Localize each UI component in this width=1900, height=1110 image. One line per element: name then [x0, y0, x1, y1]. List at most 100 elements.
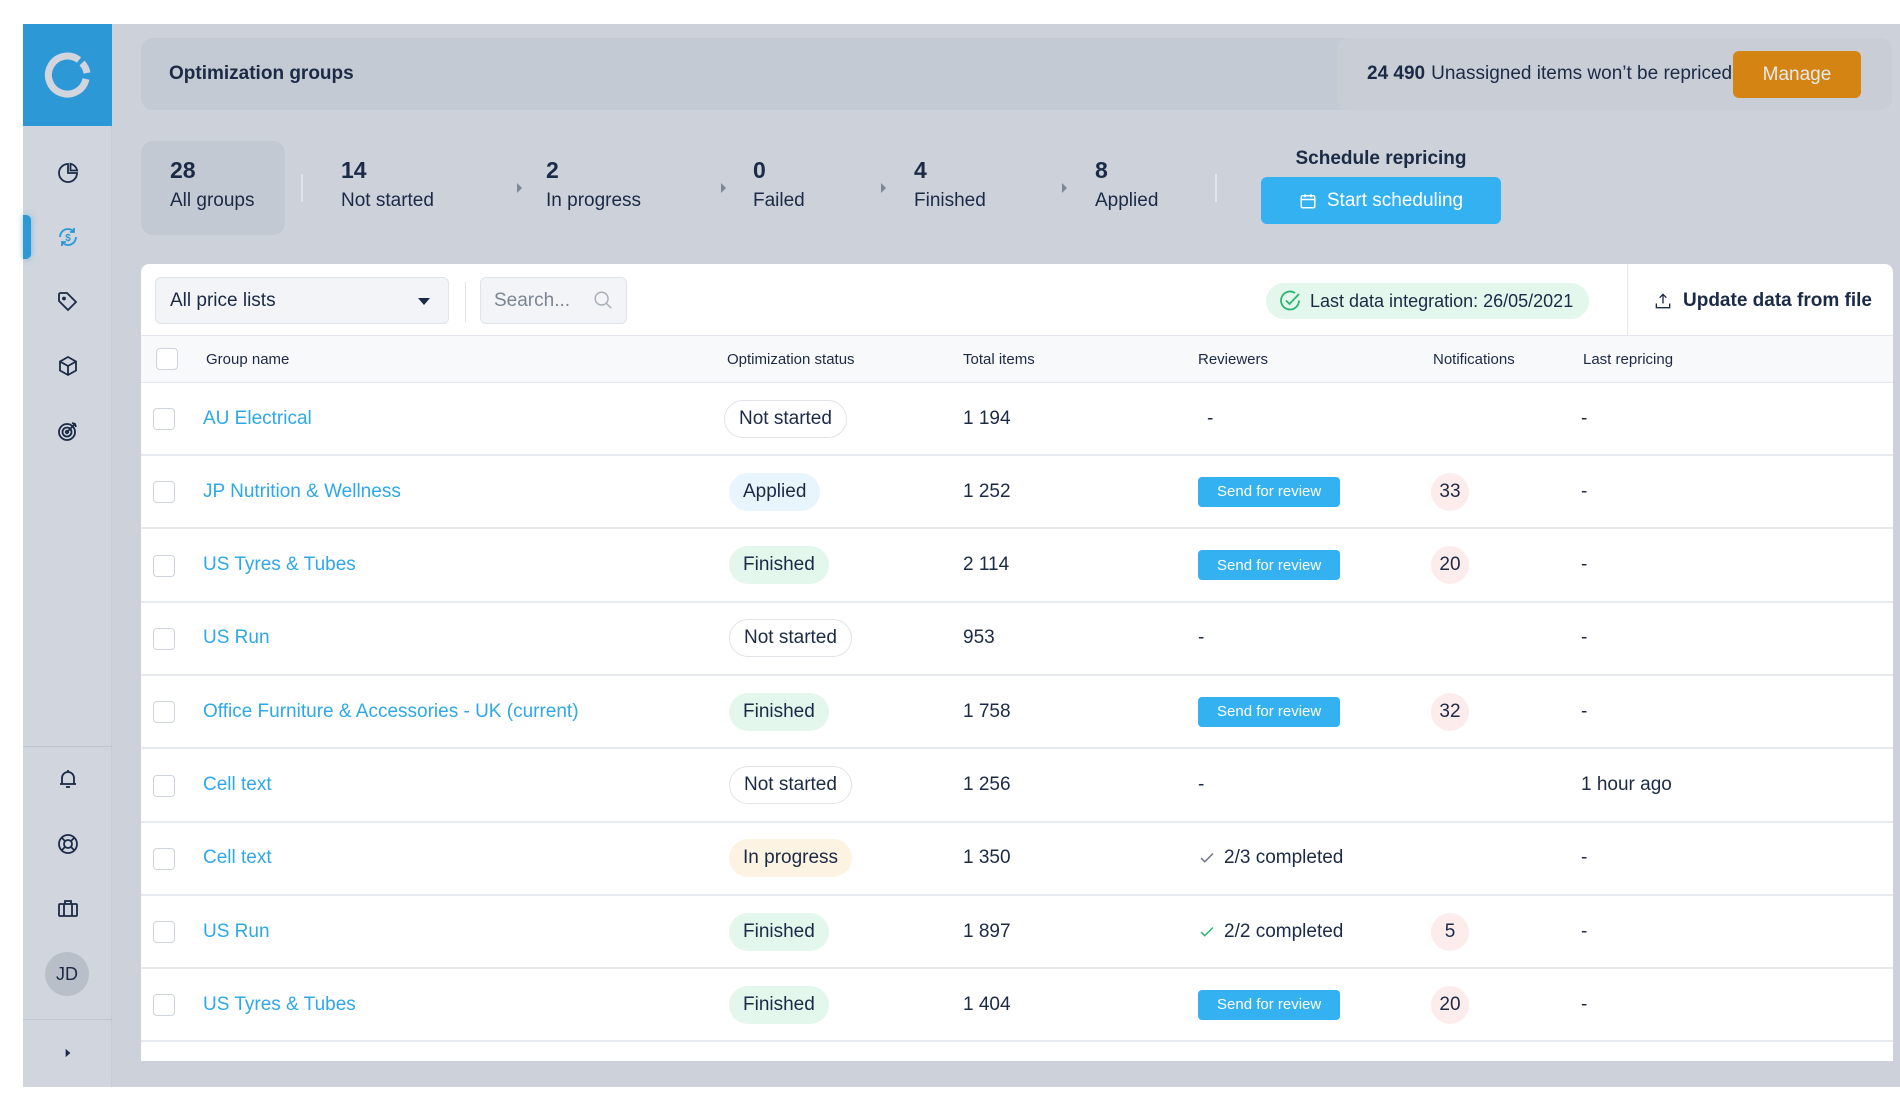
- stat-arrow-icon: [1062, 183, 1067, 193]
- group-name-link[interactable]: US Run: [203, 627, 270, 649]
- integration-status-badge: Last data integration: 26/05/2021: [1266, 283, 1590, 319]
- notification-count-badge[interactable]: 20: [1431, 546, 1469, 585]
- row-checkbox[interactable]: [153, 701, 175, 724]
- status-stats: 28 All groups 14 Not started 2 In progre…: [141, 141, 1501, 235]
- total-items: 1 404: [963, 993, 1011, 1015]
- notification-count-badge[interactable]: 5: [1431, 912, 1469, 951]
- notification-count-badge[interactable]: 20: [1431, 985, 1469, 1024]
- row-checkbox[interactable]: [153, 921, 175, 944]
- table-row: US Run Not started 953 - -: [141, 603, 1893, 676]
- pie-chart-icon: [57, 162, 78, 183]
- sidebar-item-prices[interactable]: [23, 277, 112, 327]
- manage-button[interactable]: Manage: [1733, 51, 1861, 98]
- stat-failed[interactable]: 0 Failed: [753, 141, 805, 235]
- price-list-select[interactable]: All price lists: [155, 277, 449, 324]
- page-title: Optimization groups: [169, 63, 354, 84]
- table-header: Group name Optimization status Total ite…: [141, 336, 1893, 383]
- table-row: US Run Finished 1 897 2/2 completed 5 -: [141, 896, 1893, 970]
- stat-applied[interactable]: 8 Applied: [1095, 141, 1158, 235]
- user-avatar[interactable]: JD: [45, 952, 89, 996]
- unassigned-message: 24 490 Unassigned items won’t be repriced: [1367, 38, 1732, 110]
- column-header-reviewers[interactable]: Reviewers: [1198, 336, 1268, 383]
- sidebar-item-repricing[interactable]: $: [23, 212, 112, 262]
- row-checkbox[interactable]: [153, 847, 175, 870]
- integration-text: Last data integration: 26/05/2021: [1310, 290, 1574, 311]
- status-badge: In progress: [729, 839, 853, 878]
- avatar-initials: JD: [56, 963, 78, 984]
- table-row: Cell text In progress 1 350 2/3 complete…: [141, 823, 1893, 896]
- notification-count-badge[interactable]: 33: [1431, 472, 1469, 511]
- column-header-group-name[interactable]: Group name: [206, 336, 289, 383]
- group-name-link[interactable]: Office Furniture & Accessories - UK (cur…: [203, 701, 579, 723]
- check-icon: [1200, 853, 1214, 864]
- reviewers-value: -: [1198, 774, 1205, 795]
- group-name-link[interactable]: AU Electrical: [203, 408, 312, 430]
- row-checkbox[interactable]: [153, 408, 175, 430]
- column-header-last-repricing[interactable]: Last repricing: [1583, 336, 1673, 383]
- status-badge: Not started: [729, 619, 852, 658]
- stat-divider: [1215, 174, 1217, 202]
- column-header-optimization-status[interactable]: Optimization status: [727, 336, 855, 383]
- send-for-review-button[interactable]: Send for review: [1198, 696, 1341, 727]
- group-name-link[interactable]: US Tyres & Tubes: [203, 554, 356, 576]
- last-repricing: -: [1581, 627, 1588, 649]
- search-input[interactable]: [481, 278, 591, 323]
- sidebar-divider-bottom: [23, 1019, 112, 1020]
- total-items: 1 194: [963, 407, 1011, 429]
- reviewers-progress: 2/2 completed: [1224, 920, 1344, 942]
- column-header-total-items[interactable]: Total items: [963, 336, 1035, 383]
- row-checkbox[interactable]: [153, 481, 175, 504]
- stat-all-groups[interactable]: 28 All groups: [141, 141, 285, 235]
- schedule-title: Schedule repricing: [1295, 148, 1467, 169]
- select-all-checkbox[interactable]: [156, 348, 178, 370]
- table-row: US Tyres & Tubes Finished 1 404 Send for…: [141, 969, 1893, 1043]
- stat-finished[interactable]: 4 Finished: [914, 141, 986, 235]
- group-name-link[interactable]: US Tyres & Tubes: [203, 994, 356, 1016]
- logo[interactable]: [23, 24, 112, 126]
- chevron-down-icon: [418, 298, 430, 305]
- unassigned-banner: 24 490 Unassigned items won’t be repriced…: [1337, 38, 1892, 110]
- search-field: [480, 277, 627, 324]
- update-data-from-file-button[interactable]: Update data from file: [1653, 277, 1872, 324]
- sidebar-item-notifications[interactable]: [23, 754, 112, 804]
- group-name-link[interactable]: Cell text: [203, 774, 272, 796]
- row-checkbox[interactable]: [153, 554, 175, 577]
- stat-in-progress[interactable]: 2 In progress: [546, 141, 641, 235]
- sidebar-item-dashboard[interactable]: [23, 148, 112, 198]
- notification-count-badge[interactable]: 32: [1431, 692, 1469, 731]
- groups-table-card: All price lists Last data integration: 2…: [141, 264, 1893, 1061]
- table-row: JP Nutrition & Wellness Applied 1 252 Se…: [141, 456, 1893, 530]
- lifebuoy-icon: [57, 834, 78, 854]
- send-for-review-button[interactable]: Send for review: [1198, 989, 1341, 1020]
- sidebar-item-goals[interactable]: [23, 406, 112, 456]
- sidebar-item-support[interactable]: [23, 819, 112, 869]
- sidebar-expand-button[interactable]: [23, 1028, 112, 1078]
- send-for-review-button[interactable]: Send for review: [1198, 476, 1341, 507]
- row-checkbox[interactable]: [153, 994, 175, 1017]
- last-repricing: -: [1581, 480, 1588, 502]
- reviewers-value: -: [1207, 407, 1214, 429]
- tag-icon: [57, 292, 77, 312]
- row-checkbox[interactable]: [153, 774, 175, 797]
- row-checkbox[interactable]: [153, 627, 175, 650]
- stat-divider: [301, 174, 303, 202]
- sidebar-item-integrations[interactable]: [23, 883, 112, 933]
- sidebar-item-products[interactable]: [23, 341, 112, 391]
- stat-label: Finished: [914, 190, 986, 211]
- table-row: AU Electrical Not started 1 194 - -: [141, 383, 1893, 456]
- group-name-link[interactable]: Cell text: [203, 847, 272, 869]
- start-scheduling-button[interactable]: Start scheduling: [1261, 177, 1501, 224]
- send-for-review-button[interactable]: Send for review: [1198, 550, 1341, 581]
- group-name-link[interactable]: US Run: [203, 921, 270, 943]
- stat-not-started[interactable]: 14 Not started: [341, 141, 434, 235]
- stat-count: 2: [546, 157, 559, 183]
- upload-icon: [1655, 292, 1671, 308]
- unassigned-text: Unassigned items won’t be repriced: [1431, 63, 1733, 84]
- toolbar-divider: [465, 282, 466, 322]
- group-name-link[interactable]: JP Nutrition & Wellness: [203, 481, 401, 503]
- reviewers-value: -: [1198, 627, 1205, 649]
- column-header-notifications[interactable]: Notifications: [1433, 336, 1515, 383]
- search-icon: [594, 291, 612, 309]
- status-badge: Not started: [729, 766, 852, 804]
- sidebar: $ JD: [23, 24, 112, 1087]
